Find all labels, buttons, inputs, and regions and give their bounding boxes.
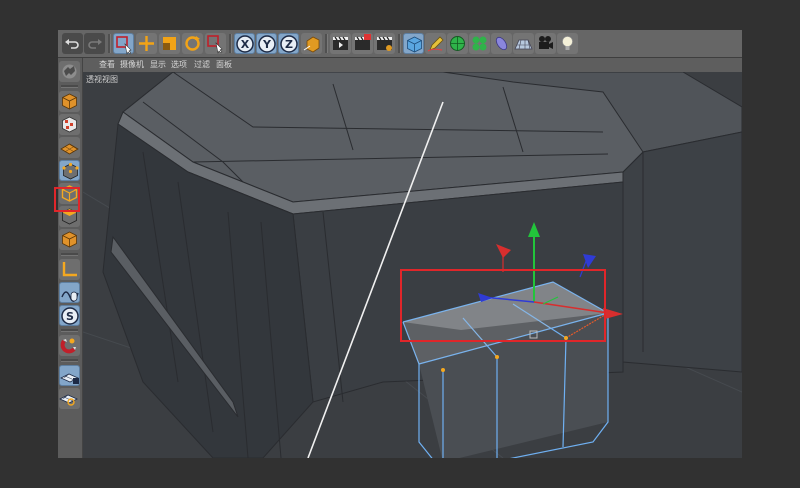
scale-button[interactable]: [159, 33, 180, 54]
render-settings-icon: [377, 36, 392, 51]
workplane-lock-icon: [60, 373, 79, 384]
menu-display[interactable]: 显示: [150, 59, 166, 71]
render-picture-viewer-icon: [355, 34, 371, 50]
undo-icon: [65, 39, 79, 49]
z-axis-lock-button[interactable]: Z: [278, 33, 299, 54]
live-selection-button[interactable]: [113, 33, 134, 55]
cloner-icon: [472, 36, 487, 51]
palette-separator: [61, 359, 78, 362]
texture-mode-button[interactable]: [59, 114, 80, 135]
svg-text:X: X: [241, 38, 250, 51]
z-axis-lock-icon: Z: [280, 35, 298, 53]
make-editable-icon: [62, 64, 77, 79]
light-button[interactable]: [557, 33, 578, 54]
perspective-viewport[interactable]: 透视视图: [83, 72, 742, 458]
solo-mode-icon: S: [61, 307, 79, 325]
toolbar-separator: [229, 34, 232, 53]
menu-camera[interactable]: 摄像机: [120, 59, 144, 71]
y-axis-lock-button[interactable]: Y: [256, 33, 277, 54]
solo-mode-button[interactable]: S: [59, 305, 80, 326]
building-mesh: [102, 72, 742, 458]
subdivision-icon: [450, 36, 465, 51]
annotation-highlight-box: [54, 187, 80, 212]
axis-mode-icon: [62, 262, 77, 277]
deformer-button[interactable]: [491, 33, 512, 54]
redo-icon: [88, 39, 102, 49]
menu-panel[interactable]: 面板: [216, 59, 232, 71]
undo-button[interactable]: [62, 33, 83, 54]
rotate-icon: [185, 36, 200, 51]
snapping-icon: [60, 338, 76, 354]
workplane-mode-icon: [60, 143, 79, 155]
palette-separator: [61, 85, 78, 88]
app-window: X Y Z S 查看 摄像机 显示 选项 过滤 面板 透视视图: [54, 30, 742, 458]
mode-palette: S: [54, 58, 83, 458]
move-button[interactable]: [136, 33, 157, 54]
redo-button[interactable]: [84, 33, 105, 54]
rotate-button[interactable]: [182, 33, 203, 54]
texture-mode-icon: [62, 116, 77, 133]
camera-button[interactable]: [535, 33, 556, 54]
deformer-icon: [495, 36, 508, 51]
pen-button[interactable]: [425, 33, 446, 54]
live-selection-icon: [116, 36, 132, 55]
subdivision-button[interactable]: [447, 33, 468, 54]
svg-text:Z: Z: [285, 38, 293, 51]
last-tool-button[interactable]: [205, 33, 226, 54]
points-mode-button[interactable]: [59, 160, 80, 181]
make-editable-button[interactable]: [59, 61, 80, 82]
cube-button[interactable]: [403, 33, 424, 54]
floor-button[interactable]: [513, 33, 534, 54]
scale-icon: [163, 37, 176, 50]
toolbar-separator: [108, 34, 111, 53]
model-mode-icon: [62, 93, 77, 110]
model-mode-button[interactable]: [59, 91, 80, 112]
workplane-align-button[interactable]: [59, 388, 80, 409]
main-toolbar: X Y Z: [58, 30, 742, 58]
x-axis-lock-icon: X: [236, 35, 254, 53]
viewport-label: 透视视图: [86, 75, 118, 84]
palette-separator: [61, 329, 78, 332]
viewport-menubar: 查看 摄像机 显示 选项 过滤 面板: [83, 58, 742, 72]
axis-mode-button[interactable]: [59, 259, 80, 280]
render-picture-viewer-button[interactable]: [352, 33, 373, 54]
menu-filter[interactable]: 过滤: [194, 59, 210, 71]
pen-icon: [427, 36, 444, 52]
scene-canvas[interactable]: [83, 72, 742, 458]
coordinate-system-button[interactable]: [301, 33, 322, 54]
workplane-mode-button[interactable]: [59, 137, 80, 158]
y-axis-lock-icon: Y: [258, 35, 276, 53]
svg-text:Y: Y: [262, 38, 272, 51]
svg-text:S: S: [66, 310, 74, 323]
coordinate-system-icon: [303, 36, 320, 53]
workplane-lock-button[interactable]: [59, 365, 80, 386]
annotation-highlight-box: [400, 269, 606, 342]
last-tool-icon: [207, 35, 223, 54]
cloner-button[interactable]: [469, 33, 490, 54]
snapping-button[interactable]: [59, 335, 80, 356]
render-view-button[interactable]: [330, 33, 351, 54]
move-icon: [139, 36, 154, 51]
cube-icon: [407, 36, 422, 53]
render-view-icon: [333, 36, 348, 50]
palette-separator: [61, 253, 78, 256]
tweak-mode-icon: [61, 291, 79, 302]
menu-view[interactable]: 查看: [99, 59, 115, 71]
light-icon: [562, 36, 573, 50]
camera-icon: [539, 36, 553, 49]
x-axis-lock-button[interactable]: X: [234, 33, 255, 54]
menu-options[interactable]: 选项: [171, 59, 187, 71]
workplane-align-icon: [59, 394, 78, 406]
toolbar-separator: [398, 34, 401, 53]
object-mode-icon: [62, 231, 77, 248]
polygon-mode-alt-button[interactable]: [59, 229, 80, 250]
points-mode-icon: [62, 162, 79, 180]
floor-icon: [514, 39, 533, 50]
toolbar-separator: [325, 34, 328, 53]
render-settings-button[interactable]: [374, 33, 395, 54]
tweak-mode-button[interactable]: [59, 282, 80, 303]
